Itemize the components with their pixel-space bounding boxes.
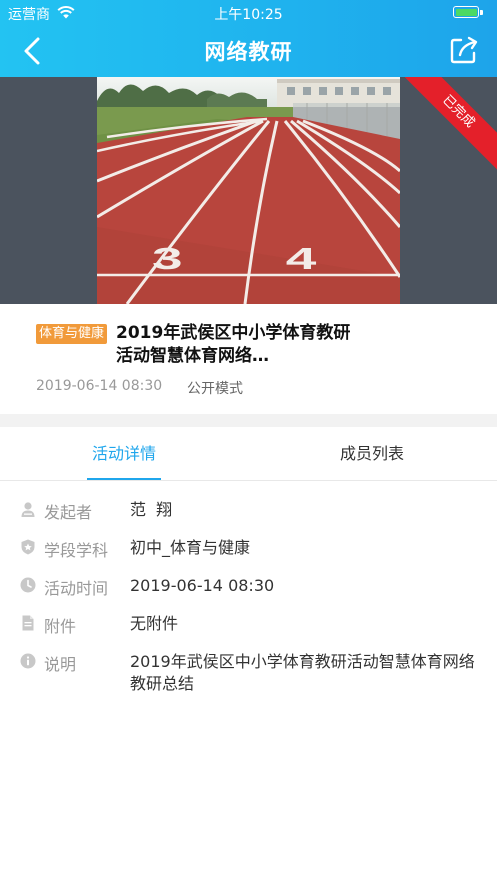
tab-activity-detail[interactable]: 活动详情 <box>0 427 248 481</box>
clock-icon <box>20 577 36 593</box>
battery-icon <box>453 6 479 18</box>
share-icon[interactable] <box>447 33 481 67</box>
shield-icon <box>21 539 35 555</box>
person-icon <box>21 502 35 517</box>
cover-image: 3 4 <box>97 77 400 304</box>
section-divider <box>0 414 497 427</box>
page-title: 网络教研 <box>204 40 293 64</box>
activity-info: 体育与健康 2019年武侯区中小学体育教研活动智慧体育网络… 2019-06-1… <box>0 304 497 414</box>
subject-tag: 体育与健康 <box>36 324 108 344</box>
detail-label: 学段学科 <box>44 541 109 560</box>
detail-label: 说明 <box>44 655 77 674</box>
detail-label: 活动时间 <box>44 579 109 598</box>
document-icon <box>22 615 34 631</box>
activity-banner: 3 4 已完成 <box>0 77 497 304</box>
battery-cap <box>480 10 483 15</box>
info-icon <box>20 653 36 669</box>
active-tab-indicator <box>87 478 161 480</box>
detail-value: 范 翔 <box>130 500 173 519</box>
lane-number-3: 3 <box>152 242 183 276</box>
completed-ribbon: 已完成 <box>395 77 497 175</box>
lane-number-4: 4 <box>286 242 317 276</box>
activity-date: 2019-06-14 08:30 <box>36 378 163 394</box>
detail-label: 发起者 <box>44 503 93 522</box>
tab-bar: 活动详情 成员列表 <box>0 427 497 481</box>
status-bar: 运营商 上午10:25 <box>0 0 497 26</box>
status-time: 上午10:25 <box>214 7 283 23</box>
activity-title: 2019年武侯区中小学体育教研活动智慧体育网络… <box>116 323 351 366</box>
activity-mode: 公开模式 <box>187 381 243 397</box>
detail-value: 2019年武侯区中小学体育教研活动智慧体育网络教研总结 <box>130 652 475 693</box>
detail-label: 附件 <box>44 617 77 636</box>
detail-value: 无附件 <box>130 614 179 633</box>
detail-value: 2019-06-14 08:30 <box>130 576 275 595</box>
tab-member-list[interactable]: 成员列表 <box>248 427 496 481</box>
header: 运营商 上午10:25 网络教研 <box>0 0 497 77</box>
detail-value: 初中_体育与健康 <box>130 538 251 557</box>
